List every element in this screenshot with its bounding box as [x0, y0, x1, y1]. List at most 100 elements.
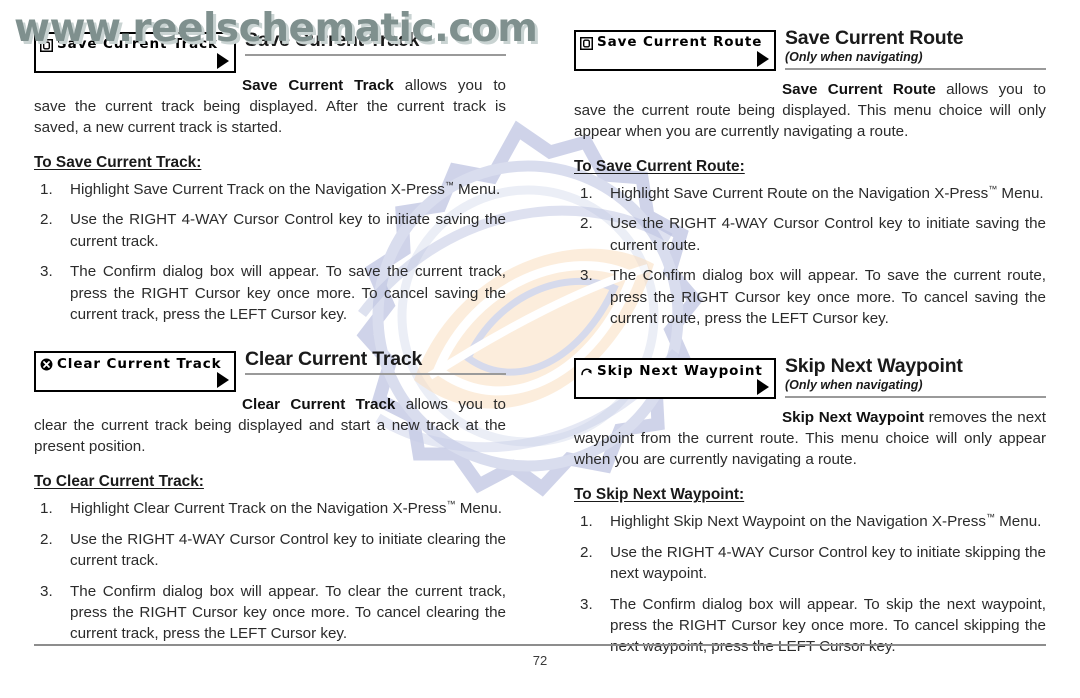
intro-paragraph: Clear Current Track allows you to clear …: [34, 395, 506, 458]
section-header: Save Current Route Save Current Route (O…: [574, 28, 1046, 71]
section-skip-next-waypoint: Skip Next Waypoint Skip Next Waypoint (O…: [574, 356, 1046, 657]
intro-bold: Save Current Track: [242, 77, 394, 94]
footer-rule: [34, 644, 1046, 646]
chip-label: Save Current Track: [57, 36, 218, 53]
section-header: Clear Current Track Clear Current Track: [34, 348, 506, 393]
menu-chip-clear-current-track[interactable]: Clear Current Track: [34, 351, 236, 393]
circle-x-icon: [40, 358, 53, 371]
right-triangle-icon: [757, 51, 769, 67]
step-number: 2.: [580, 215, 593, 233]
step-number: 2.: [40, 211, 53, 229]
chip-row: Skip Next Waypoint: [576, 360, 774, 380]
step-text: The Confirm dialog box will appear. To c…: [70, 582, 506, 643]
first-line-indent: [574, 93, 782, 94]
chip-label: Clear Current Track: [57, 355, 222, 372]
step-number: 3.: [40, 582, 53, 600]
step-number: 3.: [580, 595, 593, 613]
skip-arc-arrow-icon: [581, 368, 592, 376]
step-text: The Confirm dialog box will appear. To s…: [610, 267, 1046, 328]
intro-bold: Skip Next Waypoint: [782, 409, 925, 427]
step-text: Use the RIGHT 4-WAY Cursor Control key t…: [610, 543, 1046, 583]
chip-label: Save Current Route: [597, 34, 763, 51]
steps-list: 1. Highlight Save Current Route on the Na…: [574, 183, 1046, 330]
step-number: 3.: [40, 263, 53, 281]
right-column: Save Current Route Save Current Route (O…: [540, 0, 1080, 655]
heading-block: Save Current Track: [236, 30, 506, 56]
list-item: 1. Highlight Skip Next Waypoint on the Na…: [574, 511, 1046, 532]
list-item: 2. Use the RIGHT 4-WAY Cursor Control key…: [574, 542, 1046, 585]
lead-in-save-current-route: To Save Current Route:: [574, 157, 745, 175]
chip-row: Save Current Route: [576, 32, 774, 52]
chip-row: Save Current Track: [36, 34, 234, 54]
heading-rule: [785, 67, 1046, 70]
section-title: Skip Next Waypoint: [785, 355, 963, 378]
section-subtitle: (Only when navigating): [785, 378, 923, 393]
lead-in-clear-current-track: To Clear Current Track:: [34, 473, 204, 491]
first-line-indent: [574, 421, 782, 422]
section-title: Save Current Track: [245, 29, 420, 51]
intro-bold: Clear Current Track: [242, 396, 396, 414]
first-line-indent: [34, 89, 242, 90]
list-item: 2. Use the RIGHT 4-WAY Cursor Control key…: [34, 209, 506, 252]
heading-rule: [245, 373, 506, 376]
list-item: 2. Use the RIGHT 4-WAY Cursor Control key…: [574, 213, 1046, 256]
page-footer: 72: [34, 644, 1046, 698]
section-save-current-route: Save Current Route Save Current Route (O…: [574, 28, 1046, 329]
section-title: Clear Current Track: [245, 348, 423, 371]
steps-list: 1. Highlight Clear Current Track on the N…: [34, 498, 506, 645]
list-item: 2. Use the RIGHT 4-WAY Cursor Control key…: [34, 529, 506, 572]
left-column: Save Current Track Save Current Track Sa…: [0, 0, 540, 645]
step-text: Highlight Skip Next Waypoint on the Navi…: [610, 512, 1042, 531]
two-column-body: Save Current Track Save Current Track Sa…: [0, 0, 1080, 655]
menu-chip-save-current-route[interactable]: Save Current Route: [574, 30, 776, 71]
chip-row: Clear Current Track: [36, 353, 234, 373]
section-title: Save Current Route: [785, 27, 964, 49]
step-text: Use the RIGHT 4-WAY Cursor Control key t…: [70, 530, 506, 570]
page-number: 72: [532, 653, 548, 668]
step-number: 2.: [40, 530, 53, 548]
heading-rule: [785, 396, 1046, 399]
list-item: 1. Highlight Clear Current Track on the N…: [34, 498, 506, 519]
step-text: Use the RIGHT 4-WAY Cursor Control key t…: [610, 215, 1046, 254]
step-number: 1.: [580, 184, 593, 202]
list-item: 3. The Confirm dialog box will appear. To…: [34, 261, 506, 325]
list-item: 1. Highlight Save Current Route on the Na…: [574, 183, 1046, 204]
menu-chip-save-current-track[interactable]: Save Current Track: [34, 32, 236, 73]
lead-in-save-current-track: To Save Current Track:: [34, 153, 202, 171]
section-save-current-track: Save Current Track Save Current Track Sa…: [34, 30, 506, 325]
intro-paragraph: Save Current Route allows you to save th…: [574, 80, 1046, 143]
list-item: 3. The Confirm dialog box will appear. To…: [34, 581, 506, 645]
steps-list: 1. Highlight Save Current Track on the Na…: [34, 179, 506, 326]
step-text: Highlight Save Current Route on the Navi…: [610, 183, 1044, 202]
list-item: 1. Highlight Save Current Track on the Na…: [34, 179, 506, 200]
right-triangle-icon: [217, 53, 229, 69]
step-text: The Confirm dialog box will appear. To s…: [70, 263, 506, 324]
step-text: Use the RIGHT 4-WAY Cursor Control key t…: [70, 211, 506, 250]
heading-rule: [245, 53, 506, 56]
step-number: 1.: [40, 500, 53, 518]
intro-paragraph: Save Current Track allows you to save th…: [34, 76, 506, 139]
first-line-indent: [34, 408, 242, 409]
heading-block: Skip Next Waypoint (Only when navigating…: [776, 355, 1046, 399]
step-text: Highlight Save Current Track on the Navi…: [70, 179, 501, 198]
intro-paragraph: Skip Next Waypoint removes the next wayp…: [574, 408, 1046, 471]
steps-list: 1. Highlight Skip Next Waypoint on the Na…: [574, 511, 1046, 658]
menu-chip-skip-next-waypoint[interactable]: Skip Next Waypoint: [574, 358, 776, 400]
chip-label: Skip Next Waypoint: [597, 362, 763, 379]
lead-in-skip-next-waypoint: To Skip Next Waypoint:: [574, 486, 745, 504]
save-box-icon: [40, 38, 53, 52]
heading-block: Save Current Route (Only when navigating…: [776, 28, 1046, 70]
document-page: Save Current Track Save Current Track Sa…: [0, 0, 1080, 698]
right-triangle-icon: [217, 372, 229, 389]
right-triangle-icon: [757, 379, 769, 396]
section-clear-current-track: Clear Current Track Clear Current Track …: [34, 349, 506, 644]
step-text: Highlight Clear Current Track on the Nav…: [70, 499, 502, 518]
step-number: 3.: [580, 267, 593, 285]
intro-bold: Save Current Route: [782, 81, 936, 98]
heading-block: Clear Current Track: [236, 348, 506, 376]
list-item: 3. The Confirm dialog box will appear. To…: [574, 265, 1046, 329]
section-header: Save Current Track Save Current Track: [34, 30, 506, 73]
step-number: 1.: [580, 513, 593, 531]
step-number: 2.: [580, 543, 593, 561]
section-header: Skip Next Waypoint Skip Next Waypoint (O…: [574, 355, 1046, 400]
